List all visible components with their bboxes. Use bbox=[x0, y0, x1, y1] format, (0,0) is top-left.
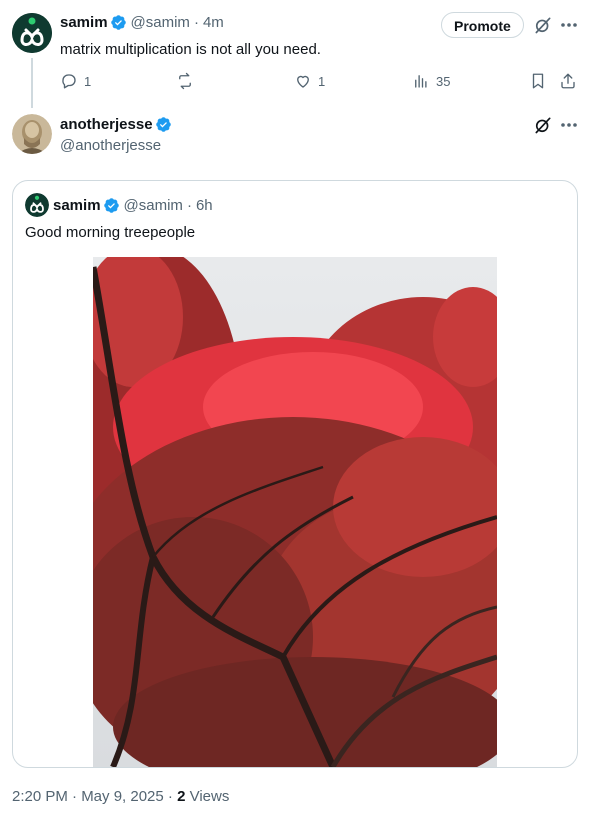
promote-button[interactable]: Promote bbox=[441, 12, 524, 38]
tweet-text: matrix multiplication is not all you nee… bbox=[60, 41, 321, 58]
more-icon[interactable] bbox=[560, 15, 578, 35]
reply-count: 1 bbox=[84, 73, 92, 89]
share-icon[interactable] bbox=[559, 72, 577, 90]
anotherjesse-avatar-image bbox=[12, 114, 52, 154]
bookmark-icon[interactable] bbox=[529, 72, 547, 90]
thread-line bbox=[31, 58, 33, 108]
views-label: Views bbox=[185, 788, 230, 805]
views-count: 35 bbox=[436, 73, 451, 89]
repost-icon bbox=[179, 72, 191, 90]
grok-icon[interactable] bbox=[533, 115, 553, 135]
quoted-text: Good morning treepeople bbox=[25, 224, 196, 241]
grok-icon[interactable] bbox=[533, 15, 553, 35]
handle[interactable]: @samim bbox=[131, 14, 190, 31]
separator: · bbox=[193, 14, 199, 31]
quoted-header: samim @samim · 6h bbox=[53, 197, 213, 214]
reply-button[interactable]: 1 bbox=[60, 72, 91, 90]
quoted-tweet-card[interactable]: samim @samim · 6h Good morning treepeopl… bbox=[12, 180, 578, 768]
verified-icon bbox=[155, 117, 171, 132]
tree-photo[interactable] bbox=[93, 257, 497, 767]
tweet-meta: 2:20 PM · May 9, 2025 · 2 Views bbox=[12, 788, 229, 805]
post-timestamp[interactable]: 2:20 PM · May 9, 2025 · bbox=[12, 788, 177, 805]
display-name[interactable]: samim bbox=[60, 14, 108, 31]
tweet-header: samim @samim · 4m bbox=[60, 14, 224, 31]
more-icon[interactable] bbox=[560, 115, 578, 135]
verified-icon bbox=[103, 198, 119, 213]
avatar-samim[interactable] bbox=[12, 13, 52, 53]
samim-logo-icon bbox=[12, 13, 52, 53]
quoted-avatar bbox=[25, 193, 49, 217]
reply-icon bbox=[62, 74, 76, 89]
samim-logo-icon bbox=[25, 193, 49, 217]
like-count: 1 bbox=[318, 73, 326, 89]
handle[interactable]: @anotherjesse bbox=[60, 137, 161, 154]
quoted-timestamp: 6h bbox=[195, 197, 213, 214]
quoted-display-name: samim bbox=[53, 197, 101, 214]
like-button[interactable]: 1 bbox=[294, 72, 325, 90]
avatar-anotherjesse[interactable] bbox=[12, 114, 52, 154]
display-name[interactable]: anotherjesse bbox=[60, 116, 153, 133]
views-icon bbox=[415, 75, 427, 88]
timestamp[interactable]: 4m bbox=[203, 14, 224, 31]
separator: · bbox=[186, 197, 192, 214]
like-icon bbox=[297, 75, 309, 88]
quoted-handle: @samim bbox=[123, 197, 183, 214]
repost-button[interactable] bbox=[176, 72, 200, 90]
views-button[interactable]: 35 bbox=[412, 72, 450, 90]
main-tweet-header: anotherjesse bbox=[60, 116, 172, 133]
verified-icon bbox=[110, 15, 126, 30]
